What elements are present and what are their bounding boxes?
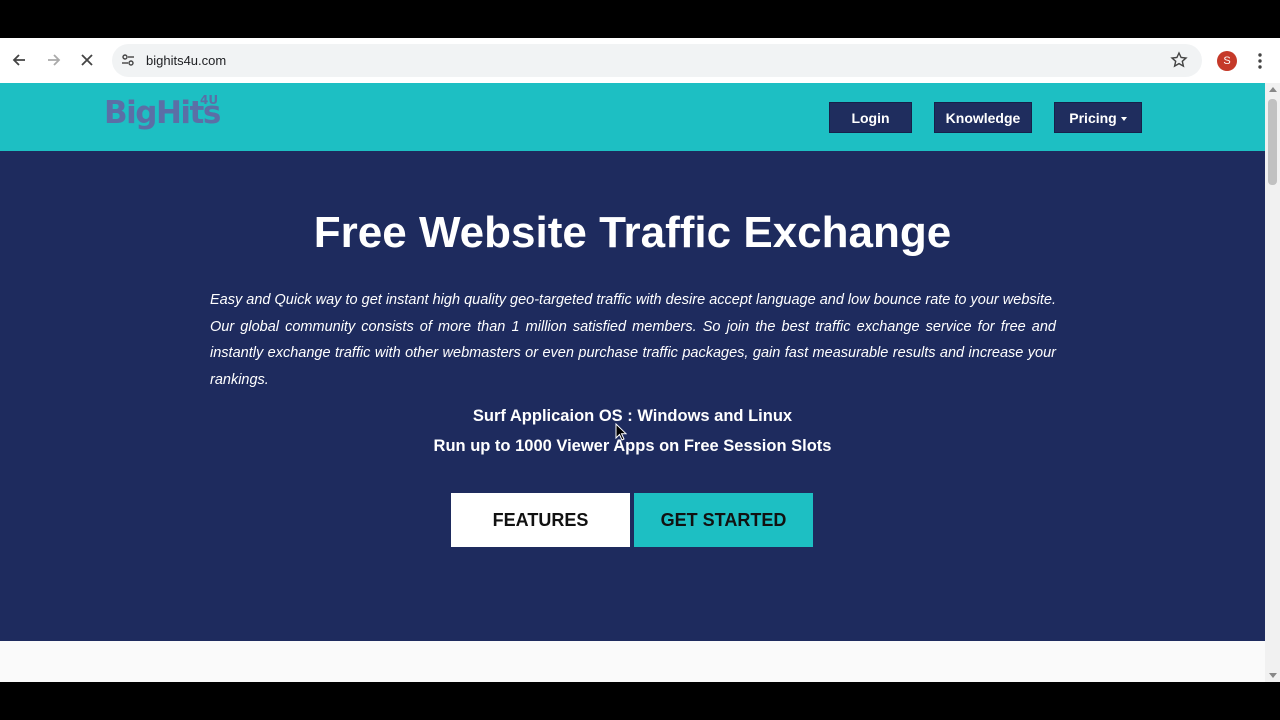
page-viewport: BigHits 4U Login Knowledge Pricing Free W…: [0, 83, 1265, 682]
site-logo[interactable]: BigHits 4U: [104, 93, 221, 131]
scrollbar-thumb[interactable]: [1268, 99, 1277, 185]
forward-button[interactable]: [42, 49, 64, 71]
site-settings-icon[interactable]: [120, 52, 136, 68]
mouse-cursor-icon: [615, 423, 627, 441]
back-arrow-icon: [12, 54, 25, 66]
stop-loading-button[interactable]: [76, 49, 98, 71]
browser-toolbar: bighits4u.com S: [0, 38, 1280, 83]
top-letterbox: [0, 0, 1280, 38]
address-bar[interactable]: bighits4u.com: [112, 44, 1202, 77]
bottom-letterbox: [0, 682, 1280, 720]
back-button[interactable]: [9, 49, 31, 71]
more-menu-icon[interactable]: [1252, 50, 1268, 72]
hero-title: Free Website Traffic Exchange: [313, 208, 952, 257]
chevron-down-icon: [1120, 116, 1127, 121]
knowledge-button[interactable]: Knowledge: [934, 102, 1032, 133]
profile-avatar[interactable]: S: [1217, 51, 1237, 71]
site-header: BigHits 4U Login Knowledge Pricing: [0, 83, 1265, 151]
scroll-down-icon[interactable]: [1269, 673, 1277, 678]
url-text[interactable]: bighits4u.com: [146, 53, 226, 68]
features-button[interactable]: FEATURES: [451, 493, 630, 547]
page-scrollbar[interactable]: [1265, 83, 1280, 682]
get-started-button[interactable]: GET STARTED: [634, 493, 813, 547]
pricing-label: Pricing: [1069, 109, 1117, 126]
hero-section: Free Website Traffic Exchange Easy and Q…: [0, 151, 1265, 641]
pricing-dropdown[interactable]: Pricing: [1054, 102, 1142, 133]
viewer-apps-text: Run up to 1000 Viewer Apps on Free Sessi…: [433, 437, 832, 455]
login-button[interactable]: Login: [829, 102, 912, 133]
bookmark-star-icon[interactable]: [1170, 51, 1188, 69]
hero-description: Easy and Quick way to get instant high q…: [210, 292, 1056, 388]
scroll-up-icon[interactable]: [1269, 87, 1277, 92]
surf-os-text: Surf Applicaion OS : Windows and Linux: [472, 407, 793, 425]
forward-arrow-icon: [48, 54, 61, 66]
browser-window: bighits4u.com S BigHits 4U Login Knowledg…: [0, 38, 1280, 682]
close-icon: [81, 54, 93, 66]
